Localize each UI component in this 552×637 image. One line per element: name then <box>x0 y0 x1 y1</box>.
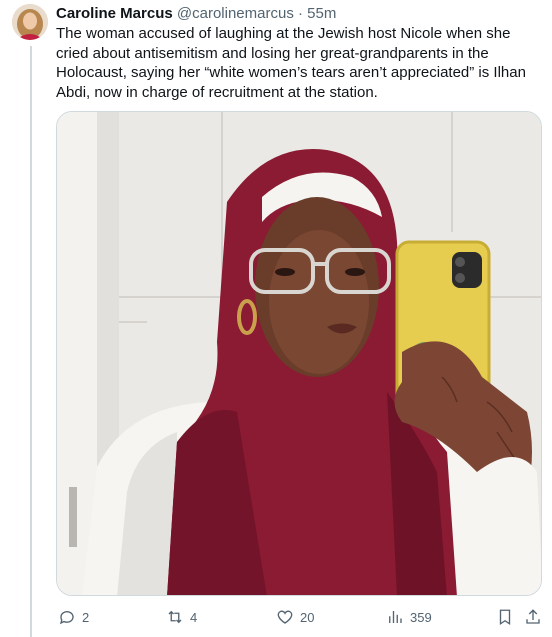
reply-count: 2 <box>82 609 90 625</box>
tweet-time[interactable]: 55m <box>307 5 336 22</box>
like-count: 20 <box>300 609 315 625</box>
thread-line <box>30 46 32 637</box>
repost-count: 4 <box>190 609 198 625</box>
action-bar: 2 4 20 359 <box>56 604 542 630</box>
share-icon <box>526 609 540 624</box>
heart-icon <box>277 610 293 624</box>
tweet-photo[interactable] <box>56 111 542 596</box>
repost-button[interactable]: 4 <box>166 604 197 630</box>
repost-icon <box>168 610 182 624</box>
author-name[interactable]: Caroline Marcus <box>56 5 173 22</box>
selfie-photo <box>57 112 541 595</box>
bookmark-button[interactable] <box>496 604 514 630</box>
separator-dot: · <box>298 5 303 22</box>
like-button[interactable]: 20 <box>276 604 314 630</box>
tweet-header: Caroline Marcus @carolinemarcus · 55m <box>56 4 336 24</box>
view-count: 359 <box>410 609 432 625</box>
author-handle[interactable]: @carolinemarcus <box>177 5 294 22</box>
reply-icon <box>59 611 74 625</box>
views-button[interactable]: 359 <box>386 604 432 630</box>
views-chart-icon <box>389 611 402 623</box>
share-button[interactable] <box>524 604 542 630</box>
reply-button[interactable]: 2 <box>58 604 89 630</box>
avatar-image <box>12 4 48 40</box>
tweet-text: The woman accused of laughing at the Jew… <box>56 25 526 101</box>
bookmark-icon <box>499 609 511 626</box>
avatar[interactable] <box>12 4 48 40</box>
